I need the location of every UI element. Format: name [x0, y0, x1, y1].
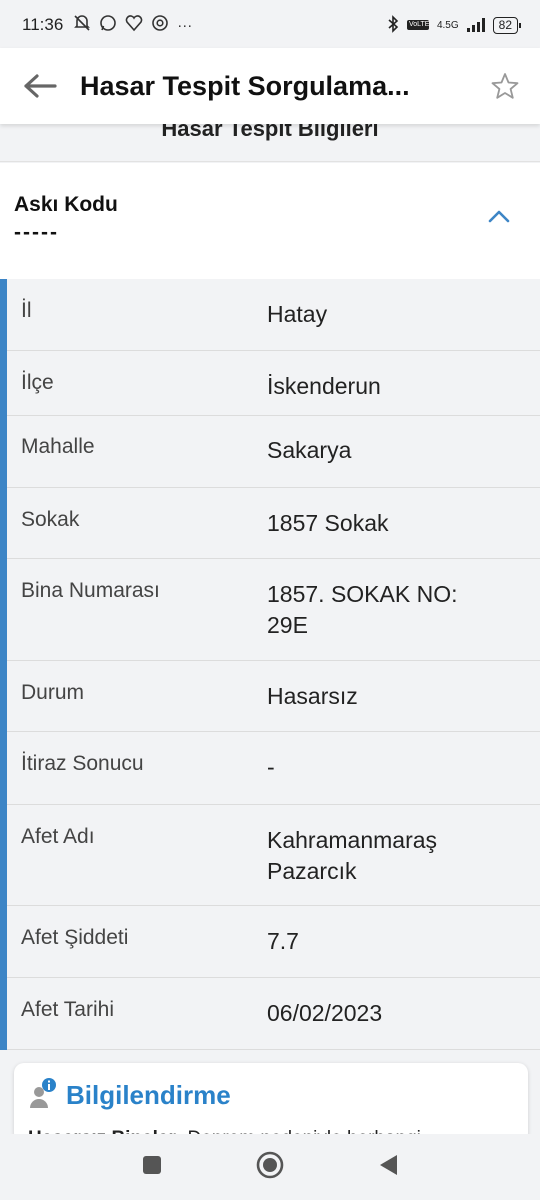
row-key: Afet Şiddeti — [21, 926, 129, 949]
row-key: Afet Tarihi — [21, 998, 114, 1021]
status-notification-icons: ··· — [73, 14, 192, 36]
table-row: Afet Adı Kahramanmaraş Pazarcık — [7, 805, 540, 906]
table-row: İtiraz Sonucu - — [7, 732, 540, 805]
circle-home-icon[interactable] — [255, 1150, 285, 1185]
status-time: 11:36 — [22, 15, 64, 34]
info-title: Bilgilendirme — [66, 1080, 231, 1110]
row-value: 7.7 — [267, 928, 299, 954]
row-key: Afet Adı — [21, 825, 95, 848]
aski-kodu-value: ----- — [14, 221, 59, 244]
aski-kodu-header[interactable]: Askı Kodu ----- — [0, 163, 540, 279]
arrow-left-icon — [24, 74, 57, 98]
table-row: İlçe İskenderun — [7, 351, 540, 416]
mute-icon — [73, 14, 91, 36]
volte-icon: VoLTE — [406, 20, 430, 30]
table-row: Durum Hasarsız — [7, 661, 540, 732]
row-key: İl — [21, 299, 32, 322]
row-key: Mahalle — [21, 435, 95, 458]
bluetooth-icon — [387, 14, 399, 36]
network-type: 4.5G — [436, 19, 459, 31]
row-value: 1857 Sokak — [267, 510, 389, 536]
navigation-bar — [0, 1134, 540, 1200]
chevron-up-icon[interactable] — [488, 209, 510, 228]
triangle-back-icon[interactable] — [377, 1153, 399, 1182]
row-key: İtiraz Sonucu — [21, 752, 144, 775]
back-button[interactable] — [0, 73, 80, 99]
row-value: 1857. SOKAK NO: 29E — [267, 581, 458, 638]
chrome-icon — [151, 14, 169, 36]
row-key: Durum — [21, 681, 85, 704]
battery-icon: 82 — [492, 16, 522, 34]
page-title: Hasar Tespit Sorgulama... — [80, 70, 410, 101]
whatsapp-icon — [99, 14, 117, 36]
row-value: Sakarya — [267, 437, 352, 463]
row-key: İlçe — [21, 371, 54, 394]
details-table: İl Hatay İlçe İskenderun Mahalle Sakarya… — [0, 279, 540, 1050]
row-key: Sokak — [21, 508, 80, 531]
aski-kodu-label: Askı Kodu — [14, 193, 118, 216]
status-system-icons: VoLTE 4.5G 82 — [387, 14, 522, 36]
table-row: Bina Numarası 1857. SOKAK NO: 29E — [7, 559, 540, 661]
info-card: Bilgilendirme Hasarsız Binalar: Deprem n… — [14, 1063, 528, 1143]
favorite-button[interactable] — [470, 71, 540, 101]
table-row: İl Hatay — [7, 279, 540, 351]
signal-icon — [466, 18, 485, 32]
health-icon — [125, 14, 143, 36]
battery-level: 82 — [498, 17, 512, 32]
row-value: Hatay — [267, 301, 328, 327]
row-value: 06/02/2023 — [267, 1000, 383, 1026]
status-bar: 11:36 ··· VoLTE 4.5G 82 — [0, 0, 540, 50]
user-info-icon — [28, 1077, 58, 1114]
table-row: Afet Şiddeti 7.7 — [7, 906, 540, 978]
table-row: Sokak 1857 Sokak — [7, 488, 540, 559]
table-row: Mahalle Sakarya — [7, 416, 540, 488]
row-value: - — [267, 754, 275, 780]
more-dots-icon: ··· — [177, 16, 193, 34]
info-header: Bilgilendirme — [28, 1077, 514, 1114]
star-outline-icon — [491, 73, 519, 99]
app-bar: Hasar Tespit Sorgulama... — [0, 48, 540, 124]
row-value: Hasarsız — [267, 683, 358, 709]
row-value: İskenderun — [267, 373, 381, 399]
row-value: Kahramanmaraş Pazarcık — [267, 827, 438, 884]
table-row: Afet Tarihi 06/02/2023 — [7, 978, 540, 1050]
square-icon[interactable] — [141, 1154, 163, 1181]
row-key: Bina Numarası — [21, 579, 160, 602]
